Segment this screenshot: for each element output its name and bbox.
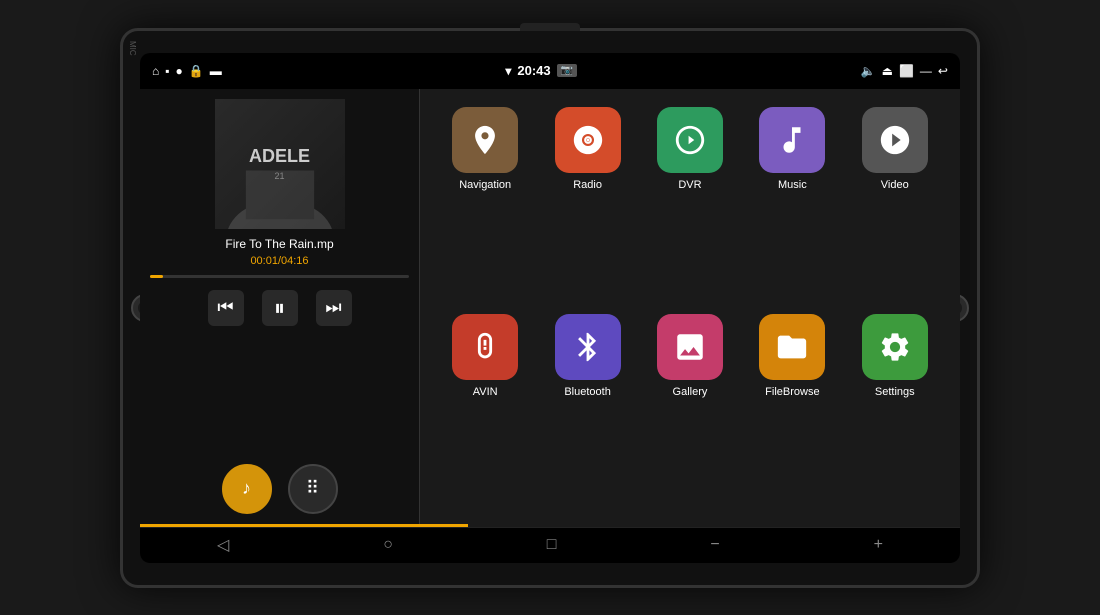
android-screen: ⌂ ▪ ● 🔒 ▬ ▾ 20:43 📷 🔈 ⏏ ⬜ — ↩ [140,53,960,563]
settings-svg [878,330,912,364]
music-svg [775,123,809,157]
radio-icon [555,107,621,173]
app-gallery[interactable]: Gallery [650,314,730,398]
app-video[interactable]: Video [855,107,935,191]
play-pause-button[interactable]: ⏸ [262,290,298,326]
dvr-svg [673,123,707,157]
battery-status-icon: ▬ [210,64,222,78]
app-navigation[interactable]: Navigation [445,107,525,191]
home-status-icon: ⌂ [152,64,159,78]
app-bluetooth[interactable]: Bluetooth [548,314,628,398]
music-note-icon: ♪ [242,478,251,499]
app-settings[interactable]: Settings [855,314,935,398]
eject-icon: ⏏ [882,64,893,78]
filebrowser-icon [759,314,825,380]
album-art: ADELE 21 [215,99,345,229]
gallery-svg [673,330,707,364]
forward-button[interactable]: ⏭ [316,290,352,326]
track-name: Fire To The Rain.mp [150,237,409,251]
dash-icon: — [920,64,932,78]
dvr-icon [657,107,723,173]
track-time: 00:01/04:16 [150,255,409,267]
screen-bezel: ⌂ ▪ ● 🔒 ▬ ▾ 20:43 📷 🔈 ⏏ ⬜ — ↩ [140,53,960,563]
folder-svg [775,330,809,364]
music-app-icon [759,107,825,173]
main-content: ADELE 21 Fire To The Rain.mp 00:01/04:16 [140,89,960,524]
video-icon [862,107,928,173]
avin-icon [452,314,518,380]
nav-recents-button[interactable]: □ [535,532,569,558]
music-shortcut-button[interactable]: ♪ [222,464,272,514]
progress-bar [150,275,409,278]
apps-panel: Navigation Radio DVR [420,89,960,524]
radio-svg [571,123,605,157]
gallery-label: Gallery [673,386,708,398]
apps-shortcut-button[interactable]: ⠿ [288,464,338,514]
avin-svg [468,330,502,364]
navigation-icon [452,107,518,173]
filebrowser-label: FileBrowse [765,386,819,398]
navigation-label: Navigation [459,179,511,191]
lock-status-icon: 🔒 [189,64,204,78]
nav-home-button[interactable]: ○ [371,532,405,558]
bluetooth-svg [571,330,605,364]
gallery-icon [657,314,723,380]
bluetooth-label: Bluetooth [564,386,610,398]
app-filebrowser[interactable]: FileBrowse [752,314,832,398]
video-label: Video [881,179,909,191]
screen-icon: ⬜ [899,64,914,78]
status-bar-center: ▾ 20:43 📷 [505,63,577,78]
status-time: 20:43 [517,63,550,78]
nav-bar: ◁ ○ □ − + [140,527,960,563]
settings-label: Settings [875,386,915,398]
nav-vol-down-button[interactable]: − [698,532,731,558]
wifi-icon: ▾ [505,64,511,78]
app-avin[interactable]: AVIN [445,314,525,398]
status-bar-right: 🔈 ⏏ ⬜ — ↩ [861,64,948,78]
settings-icon [862,314,928,380]
car-unit: MIC ⌂ ▪ ● 🔒 ▬ ▾ 20:43 📷 🔈 ⏏ [120,28,980,588]
app-music[interactable]: Music [752,107,832,191]
bluetooth-icon [555,314,621,380]
back-icon: ↩ [938,64,948,78]
album-title: 21 [274,171,284,181]
record-status-icon: ● [176,64,183,78]
windows-status-icon: ▪ [165,64,169,78]
album-artist: ADELE [249,146,310,168]
apps-row-2: AVIN Bluetooth Gallery [434,306,946,514]
volume-icon: 🔈 [861,64,876,78]
mic-label: MIC [128,41,137,56]
radio-label: Radio [573,179,602,191]
app-radio[interactable]: Radio [548,107,628,191]
bottom-buttons: ♪ ⠿ [150,464,409,514]
rewind-button[interactable]: ⏮ [208,290,244,326]
app-dvr[interactable]: DVR [650,107,730,191]
player-controls: ⏮ ⏸ ⏭ [150,290,409,326]
status-bar: ⌂ ▪ ● 🔒 ▬ ▾ 20:43 📷 🔈 ⏏ ⬜ — ↩ [140,53,960,89]
nav-vol-up-button[interactable]: + [862,532,895,558]
music-panel: ADELE 21 Fire To The Rain.mp 00:01/04:16 [140,89,420,524]
music-label: Music [778,179,807,191]
progress-fill [150,275,163,278]
apps-row-1: Navigation Radio DVR [434,99,946,307]
cam-icon: 📷 [557,64,577,77]
avin-label: AVIN [473,386,498,398]
status-bar-left: ⌂ ▪ ● 🔒 ▬ [152,64,222,78]
apps-grid-icon: ⠿ [306,478,319,499]
nav-back-button[interactable]: ◁ [205,531,241,559]
dvr-label: DVR [678,179,701,191]
video-svg [878,123,912,157]
nav-svg [468,123,502,157]
